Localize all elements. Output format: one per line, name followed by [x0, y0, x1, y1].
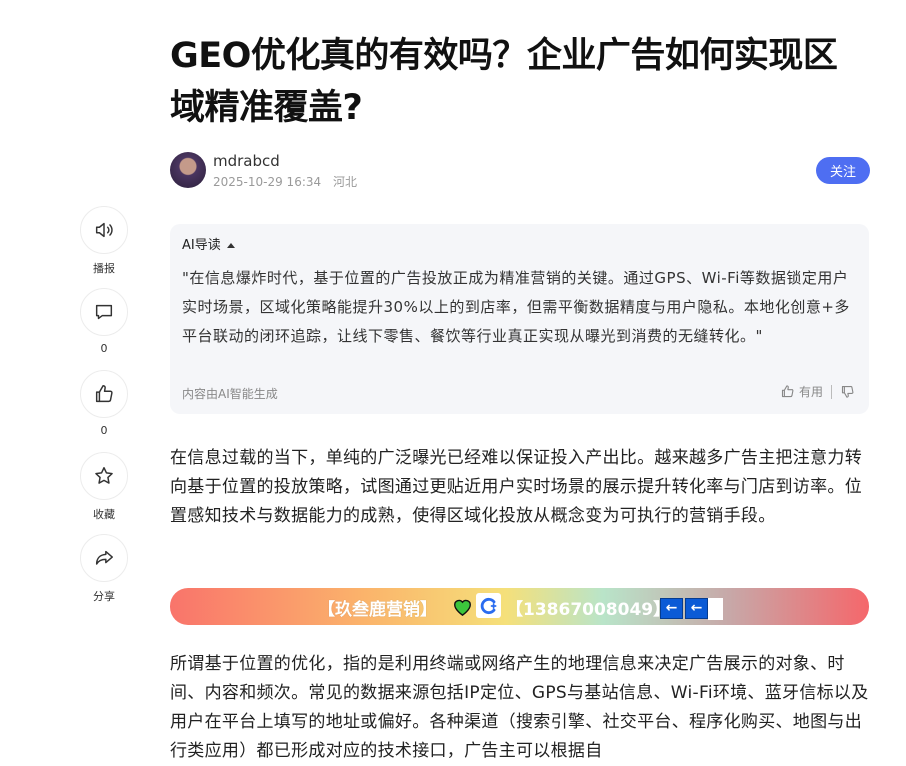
ai-feedback: 有用 — [780, 383, 855, 400]
thumbs-down-icon[interactable] — [840, 384, 855, 399]
speaker-button[interactable] — [80, 206, 128, 254]
article-paragraph: 在信息过载的当下，单纯的广泛曝光已经难以保证投入产出比。越来越多广告主把注意力转… — [170, 448, 862, 526]
like-button[interactable] — [80, 370, 128, 418]
arrow-left-icon: ← — [685, 598, 708, 619]
author-name[interactable]: mdrabcd — [213, 152, 280, 170]
banner-block — [708, 598, 723, 620]
share-button[interactable] — [80, 534, 128, 582]
ai-useful-label: 有用 — [798, 385, 823, 399]
sidebar-item-share[interactable]: 分享 — [80, 534, 128, 604]
comment-count: 0 — [100, 342, 108, 355]
promo-name: 【玖叁鹿营销】 — [318, 600, 437, 620]
sidebar-item-comment[interactable]: 0 — [80, 288, 128, 355]
green-heart-icon — [454, 599, 471, 616]
avatar[interactable] — [170, 152, 206, 188]
speaker-icon — [95, 222, 113, 238]
star-icon — [95, 467, 113, 484]
share-icon — [95, 550, 113, 565]
publish-location: 河北 — [332, 175, 357, 189]
sidebar-item-favorite[interactable]: 收藏 — [80, 452, 128, 522]
brand-c-icon — [476, 593, 501, 618]
publish-date: 2025-10-29 16:34 — [213, 175, 322, 189]
ai-summary-toggle[interactable]: AI导读 — [182, 234, 235, 253]
comment-icon — [95, 304, 113, 320]
arrow-left-icon: ← — [660, 598, 683, 619]
sidebar-item-broadcast[interactable]: 播报 — [80, 206, 128, 276]
promo-banner[interactable]: 【玖叁鹿营销】 【13867008049】 ← ← — [170, 588, 869, 625]
favorite-button[interactable] — [80, 452, 128, 500]
ai-summary-panel: AI导读 "在信息爆炸时代，基于位置的广告投放正成为精准营销的关键。通过GPS、… — [170, 224, 869, 414]
sidebar-label-favorite: 收藏 — [93, 508, 115, 521]
sidebar-label-broadcast: 播报 — [93, 262, 115, 275]
author-bar: mdrabcd 2025-10-29 16:34 河北 关注 — [170, 152, 870, 192]
sidebar-item-like[interactable]: 0 — [80, 370, 128, 437]
divider — [831, 384, 832, 399]
ai-useful-button[interactable]: 有用 — [780, 383, 823, 400]
follow-button[interactable]: 关注 — [816, 157, 870, 184]
promo-phone: 【13867008049】 — [506, 600, 671, 620]
thumbs-up-icon — [95, 385, 113, 403]
like-count: 0 — [100, 424, 108, 437]
sidebar-label-share: 分享 — [93, 590, 115, 603]
ai-summary-heading: AI导读 — [182, 238, 221, 253]
ai-summary-footer: 内容由AI智能生成 — [182, 387, 278, 401]
thumbs-up-icon — [781, 385, 794, 398]
comment-button[interactable] — [80, 288, 128, 336]
caret-up-icon — [226, 243, 235, 248]
article-paragraph: 所谓基于位置的优化，指的是利用终端或网络产生的地理信息来决定广告展示的对象、时间… — [170, 654, 869, 761]
ai-summary-text: "在信息爆炸时代，基于位置的广告投放正成为精准营销的关键。通过GPS、Wi-Fi… — [182, 269, 850, 345]
author-meta: 2025-10-29 16:34 河北 — [213, 173, 365, 190]
article-title: GEO优化真的有效吗？企业广告如何实现区域精准覆盖? — [170, 36, 838, 128]
